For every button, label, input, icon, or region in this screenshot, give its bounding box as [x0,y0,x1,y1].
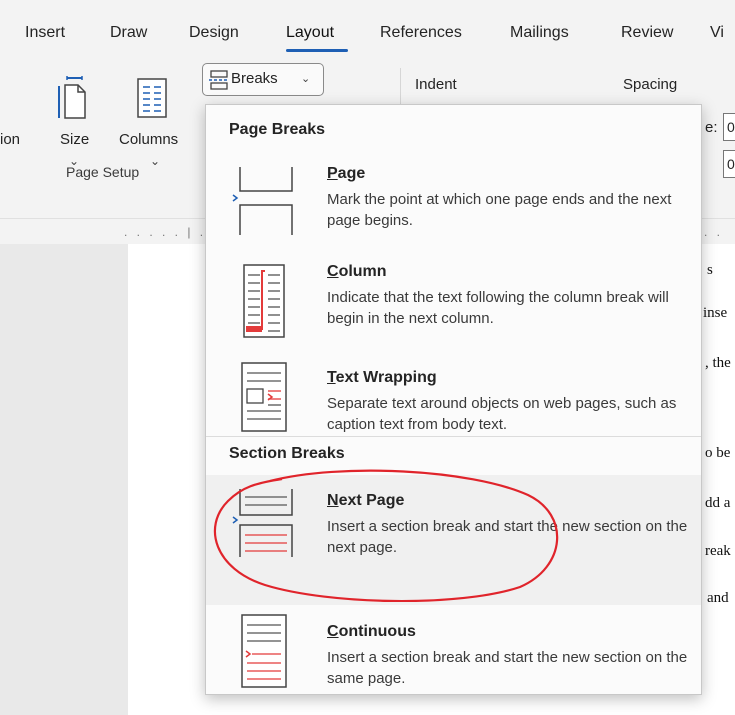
tab-layout[interactable]: Layout [286,24,334,42]
breaks-dropdown-menu: Page Breaks Page Mark the point at which… [205,104,702,695]
doc-text-fragment: , the [705,355,731,371]
annotation-circle [213,469,559,602]
tab-mailings[interactable]: Mailings [510,24,569,42]
menu-divider [206,436,701,437]
spacing-before-label: e: [705,119,718,136]
page-setup-group-label: Page Setup [66,164,140,180]
page-break-icon [232,167,293,235]
text-wrapping-break-icon [241,362,287,432]
columns-icon [137,78,167,118]
columns-button[interactable]: Columns ⌄ [115,70,195,170]
doc-text-fragment: s [707,262,713,278]
menu-item-title: Page [327,165,366,182]
menu-item-description: Insert a section break and start the new… [327,649,688,687]
ribbon-tab-bar: Insert Draw Design Layout References Mai… [0,0,735,60]
ruler-ticks: . . . . . | . [124,225,207,239]
tab-design[interactable]: Design [189,24,239,42]
spacing-label: Spacing [623,76,678,93]
continuous-break-icon [241,614,287,688]
menu-item-page[interactable]: Page Mark the point at which one page en… [206,153,701,243]
columns-label: Columns [119,131,179,148]
size-button[interactable]: Size ⌄ [52,70,100,170]
page-breaks-header: Page Breaks [229,121,326,138]
doc-text-fragment: reak [705,543,731,559]
tab-references[interactable]: References [380,24,462,42]
menu-item-description: Separate text around objects on web page… [327,395,677,433]
breaks-label: Breaks [231,70,278,87]
doc-text-fragment: inse [703,305,728,321]
spacing-after-field[interactable]: 0 [723,150,735,178]
menu-item-description: Mark the point at which one page ends an… [327,191,672,229]
doc-text-fragment: dd a [705,495,731,511]
tab-draw[interactable]: Draw [110,24,147,42]
menu-item-title: Continuous [327,623,416,640]
active-tab-indicator [286,49,348,52]
section-breaks-header: Section Breaks [229,445,345,462]
doc-text-fragment: and [707,590,729,606]
menu-item-column[interactable]: Column Indicate that the text following … [206,253,701,345]
orientation-label[interactable]: ion [0,131,20,148]
tab-insert[interactable]: Insert [25,24,65,42]
menu-item-description: Indicate that the text following the col… [327,289,669,327]
spacing-before-field[interactable]: 0 [723,113,735,141]
menu-item-title: Text Wrapping [327,369,437,386]
menu-item-continuous[interactable]: Continuous Insert a section break and st… [206,605,701,695]
chevron-down-icon: ⌄ [150,154,161,168]
page-size-icon [58,76,86,119]
chevron-down-icon: ⌄ [301,73,311,85]
menu-item-text-wrapping[interactable]: Text Wrapping Separate text around objec… [206,351,701,443]
breaks-button[interactable]: Breaks ⌄ [202,63,324,96]
breaks-icon [209,70,229,90]
menu-item-title: Column [327,263,387,280]
size-label: Size [60,131,90,148]
column-break-icon [243,264,285,338]
indent-label: Indent [415,76,457,93]
tab-review[interactable]: Review [621,24,673,42]
tab-view[interactable]: Vi [710,24,724,42]
doc-text-fragment: o be [705,445,731,461]
